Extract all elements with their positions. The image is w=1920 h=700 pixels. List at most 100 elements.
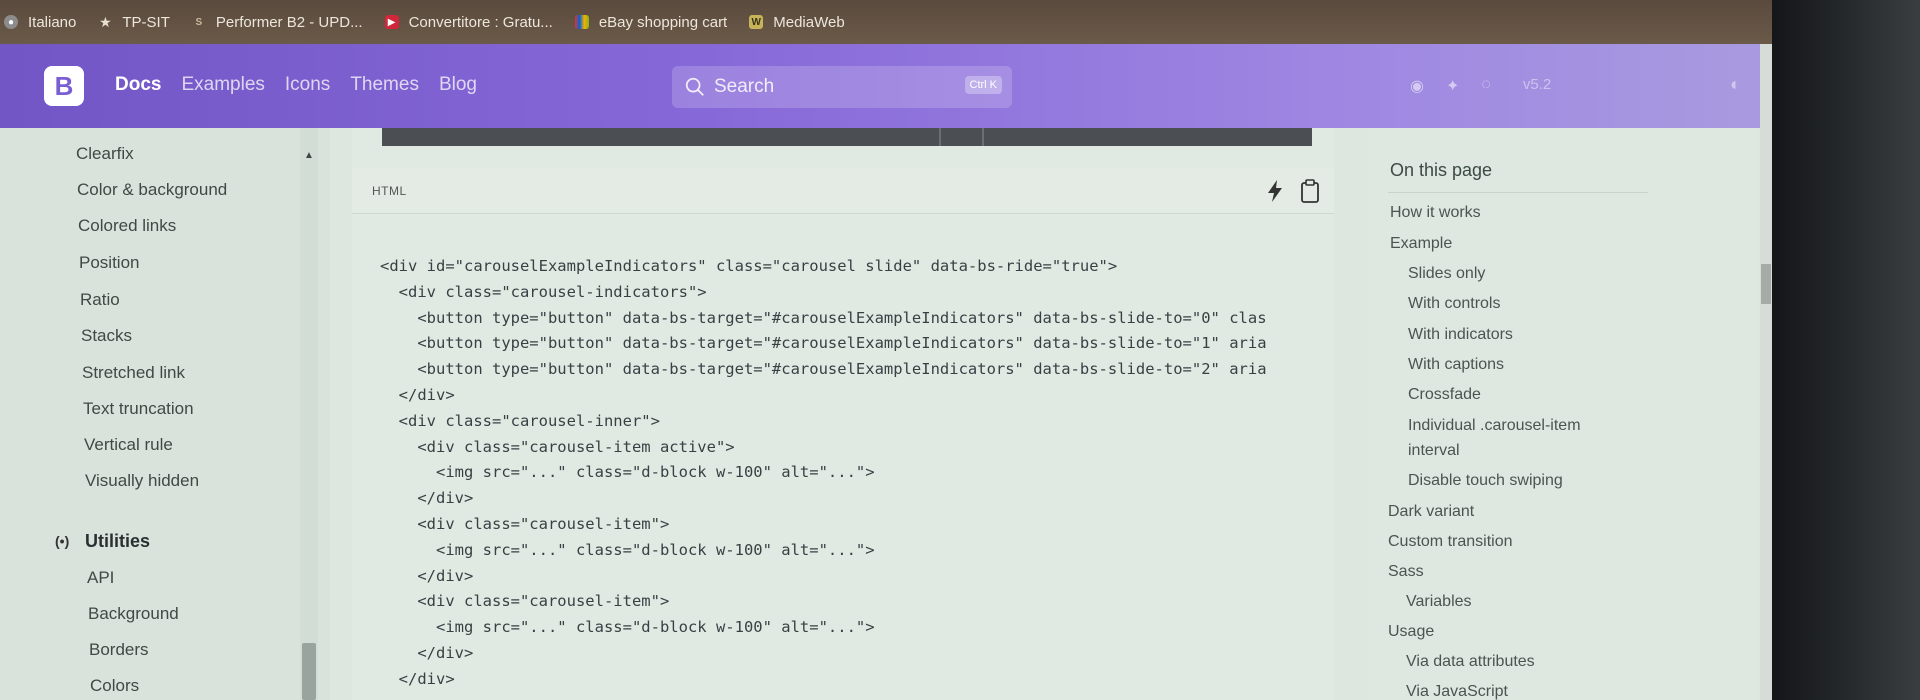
code-line: </div>	[380, 566, 474, 585]
nav-icons[interactable]: Icons	[285, 74, 330, 96]
toc-item[interactable]: With indicators	[1408, 326, 1513, 344]
on-this-page-toc: On this page How it works Example Slides…	[1368, 128, 1758, 700]
toc-item[interactable]: Dark variant	[1388, 503, 1474, 521]
clipboard-icon[interactable]	[1300, 178, 1320, 204]
toc-item[interactable]: Disable touch swiping	[1408, 472, 1563, 490]
code-line: <div class="carousel-item">	[380, 592, 670, 611]
sidebar-scroll-thumb[interactable]	[302, 643, 316, 700]
nav-docs[interactable]: Docs	[115, 74, 161, 96]
sidebar-section-utilities: (•) Utilities	[55, 531, 150, 552]
docs-sidebar: Clearfix Color & background Colored link…	[0, 128, 330, 700]
code-line: <button type="button" data-bs-target="#c…	[380, 334, 1267, 353]
code-line: <div class="carousel-inner">	[380, 411, 660, 430]
toc-item[interactable]: Crossfade	[1408, 386, 1481, 404]
page-scroll-thumb[interactable]	[1761, 264, 1771, 304]
code-block: <div id="carouselExampleIndicators" clas…	[380, 254, 1310, 693]
code-line: <div class="carousel-indicators">	[380, 282, 707, 301]
bookmark-convertitore[interactable]: ▶ Convertitore : Gratu...	[384, 13, 553, 31]
code-line: </div>	[380, 489, 474, 508]
theme-toggle-icon[interactable]: ◐	[1730, 74, 1741, 95]
search-input[interactable]: Search Ctrl K	[672, 66, 1012, 108]
toc-item[interactable]: Variables	[1406, 593, 1472, 611]
preview-divider	[982, 128, 984, 146]
main-content: HTML <div id="carouselExampleIndicators"…	[352, 128, 1334, 700]
sidebar-item-borders[interactable]: Borders	[89, 640, 149, 660]
code-line: <div class="carousel-item">	[380, 514, 670, 533]
bookmark-label: eBay shopping cart	[598, 13, 728, 31]
twitter-icon[interactable]: ✦	[1446, 76, 1459, 96]
sidebar-section-label: Utilities	[85, 531, 151, 551]
code-line: </div>	[380, 643, 474, 662]
scroll-up-icon[interactable]: ▲	[304, 150, 314, 161]
bookmark-ebay[interactable]: eBay shopping cart	[574, 13, 728, 31]
sidebar-item-vertical-rule[interactable]: Vertical rule	[84, 435, 173, 455]
sidebar-item-stacks[interactable]: Stacks	[81, 326, 132, 346]
star-icon: ★	[99, 13, 112, 30]
nav-examples[interactable]: Examples	[181, 74, 264, 96]
opencollective-icon[interactable]: ◌	[1481, 76, 1491, 96]
sidebar-item-api[interactable]: API	[87, 568, 114, 588]
nav-blog[interactable]: Blog	[439, 74, 477, 96]
nav-links: Docs Examples Icons Themes Blog	[115, 74, 477, 96]
toc-item[interactable]: Slides only	[1408, 265, 1485, 283]
toc-item[interactable]: Custom transition	[1388, 533, 1513, 551]
toc-item[interactable]: Via data attributes	[1406, 653, 1535, 671]
play-icon: ▶	[384, 15, 399, 29]
sidebar-item-position[interactable]: Position	[79, 253, 139, 273]
bookmark-label: Convertitore : Gratu...	[408, 13, 553, 31]
code-line: </div>	[380, 669, 455, 688]
toc-item[interactable]: Example	[1390, 235, 1452, 253]
code-line: <button type="button" data-bs-target="#c…	[380, 308, 1267, 327]
toc-title: On this page	[1390, 160, 1493, 180]
sidebar-scrollbar[interactable]: ▲	[300, 128, 318, 700]
sidebar-item-text-truncation[interactable]: Text truncation	[83, 399, 194, 419]
bootstrap-logo[interactable]: B	[44, 66, 84, 106]
sidebar-item-clearfix[interactable]: Clearfix	[76, 144, 134, 164]
version-dropdown[interactable]: v5.2	[1523, 76, 1551, 96]
github-icon[interactable]: ◉	[1410, 76, 1424, 96]
bookmark-italiano[interactable]: ● Italiano	[4, 14, 76, 31]
sidebar-item-colored-links[interactable]: Colored links	[78, 216, 176, 236]
code-line: <button type="button" data-bs-target="#c…	[380, 360, 1267, 379]
bookmark-label: Italiano	[28, 13, 77, 31]
toc-item[interactable]: Usage	[1388, 623, 1434, 641]
sidebar-item-visually-hidden[interactable]: Visually hidden	[85, 471, 199, 491]
code-line: <img src="..." class="d-block w-100" alt…	[380, 463, 875, 482]
bookmark-label: Performer B2 - UPD...	[215, 13, 363, 31]
toc-item[interactable]: With controls	[1408, 295, 1500, 313]
page-scrollbar[interactable]	[1760, 44, 1772, 700]
bag-icon	[574, 15, 589, 29]
search-placeholder: Search	[714, 76, 775, 97]
toc-divider	[1388, 192, 1648, 193]
sidebar-item-background[interactable]: Background	[88, 604, 179, 624]
code-language-label: HTML	[372, 184, 407, 198]
search-icon	[685, 77, 704, 96]
carousel-demo-preview	[382, 128, 1312, 146]
monitor-bezel	[1772, 0, 1920, 700]
search-shortcut: Ctrl K	[964, 76, 1002, 94]
sidebar-item-color-background[interactable]: Color & background	[77, 180, 227, 200]
bookmark-label: TP-SIT	[122, 13, 170, 31]
utilities-icon: (•)	[55, 532, 70, 549]
bookmarks-bar: ● Italiano ★ TP-SIT S Performer B2 - UPD…	[0, 0, 1790, 44]
toc-item[interactable]: How it works	[1390, 204, 1481, 222]
toc-item[interactable]: interval	[1408, 442, 1460, 460]
sidebar-item-colors[interactable]: Colors	[90, 676, 139, 696]
toc-item[interactable]: Via JavaScript	[1406, 683, 1508, 700]
nav-themes[interactable]: Themes	[350, 74, 419, 96]
sidebar-item-ratio[interactable]: Ratio	[80, 290, 120, 310]
toc-item[interactable]: Individual .carousel-item	[1408, 417, 1581, 435]
bookmark-tp-sit[interactable]: ★ TP-SIT	[98, 14, 170, 31]
w-icon: W	[749, 15, 764, 29]
s-icon: S	[195, 16, 203, 28]
toc-item[interactable]: With captions	[1408, 356, 1504, 374]
bookmark-mediaweb[interactable]: W MediaWeb	[749, 13, 845, 31]
lightning-icon[interactable]	[1264, 178, 1286, 204]
nav-icon-group: ◉ ✦ ◌ v5.2	[1410, 76, 1551, 96]
code-header: HTML	[352, 168, 1334, 214]
bookmark-performer[interactable]: S Performer B2 - UPD...	[192, 14, 363, 31]
toc-item[interactable]: Sass	[1388, 563, 1424, 581]
code-line: <div id="carouselExampleIndicators" clas…	[380, 257, 1118, 275]
sidebar-item-stretched-link[interactable]: Stretched link	[82, 363, 185, 383]
bookmark-label: MediaWeb	[773, 13, 845, 31]
